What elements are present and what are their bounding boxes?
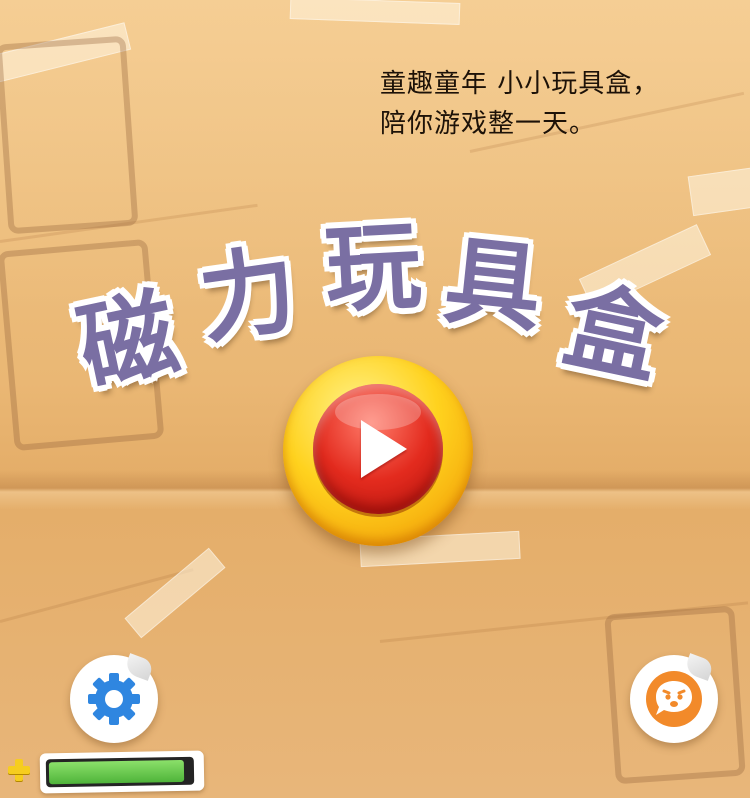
arrows-up-stamp [0,35,139,235]
tagline-line-1: 童趣童年 小小玩具盒， [380,69,660,99]
feedback-button[interactable] [630,653,718,743]
logo-char-4: 具 [439,224,547,346]
plus-icon[interactable] [6,757,32,783]
energy-bar-frame [45,756,195,788]
play-icon [361,420,407,478]
logo-char-1: 磁 [69,276,187,406]
tape-strip [687,163,750,217]
tape-strip [289,0,461,25]
play-button[interactable] [283,356,473,546]
tape-strip [124,547,226,639]
logo-char-3: 玩 [322,209,424,327]
energy-bar-fill [48,759,185,785]
gear-icon [88,673,140,725]
chat-bubble-icon [646,671,702,727]
play-button-core [313,384,443,514]
logo-char-2: 力 [192,232,304,358]
energy-bar [39,750,205,794]
settings-button[interactable] [70,653,158,743]
logo-char-5: 盒 [554,268,672,398]
tagline-line-2: 陪你游戏整一天。 [380,109,597,139]
tagline: 童趣童年 小小玩具盒， 陪你游戏整一天。 [380,64,720,144]
